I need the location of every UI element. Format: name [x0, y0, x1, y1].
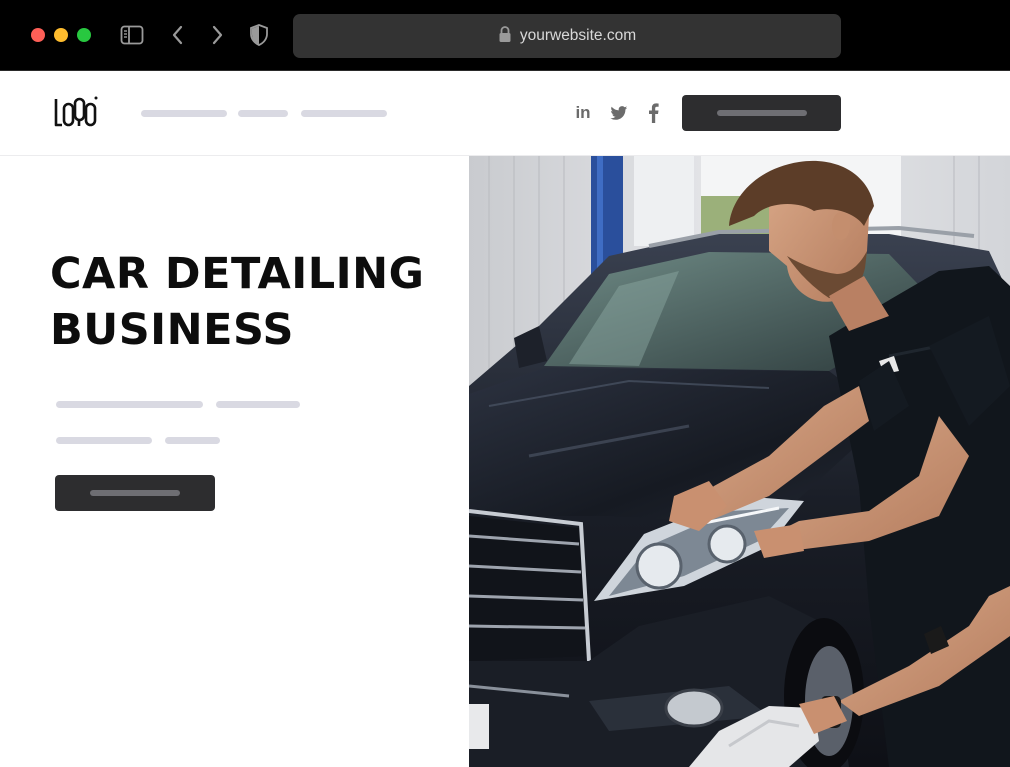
nav-link-1[interactable] [141, 110, 227, 117]
hero-photo-man-polishing-car-headlight [469, 156, 1010, 767]
site-header: in [0, 71, 1010, 156]
nav-link-2[interactable] [238, 110, 288, 117]
hero-cta-button[interactable] [55, 475, 215, 511]
address-bar[interactable]: yourwebsite.com [293, 14, 841, 58]
hero-title-line-2: BUSINESS [50, 305, 295, 355]
hero-title: CAR DETAILING BUSINESS [50, 246, 450, 358]
linkedin-icon[interactable]: in [572, 102, 594, 124]
button-label-placeholder [90, 490, 180, 496]
text-placeholder-line [165, 437, 220, 444]
button-label-placeholder [716, 110, 807, 116]
close-window-button[interactable] [31, 28, 45, 42]
sidebar-icon[interactable] [120, 24, 144, 46]
facebook-icon[interactable] [642, 102, 664, 124]
twitter-icon[interactable] [608, 102, 630, 124]
lock-icon [498, 25, 512, 48]
nav-link-3[interactable] [301, 110, 387, 117]
forward-icon[interactable] [205, 24, 229, 46]
minimize-window-button[interactable] [54, 28, 68, 42]
hero-title-line-1: CAR DETAILING [50, 249, 425, 299]
text-placeholder-line [216, 401, 300, 408]
text-placeholder-line [56, 401, 203, 408]
shield-icon[interactable] [247, 24, 271, 46]
logo[interactable] [54, 95, 98, 131]
text-placeholder-line [56, 437, 152, 444]
header-cta-button[interactable] [682, 95, 841, 131]
browser-chrome: yourwebsite.com [0, 0, 1010, 71]
back-icon[interactable] [166, 24, 190, 46]
url-text: yourwebsite.com [519, 27, 637, 44]
maximize-window-button[interactable] [77, 28, 91, 42]
